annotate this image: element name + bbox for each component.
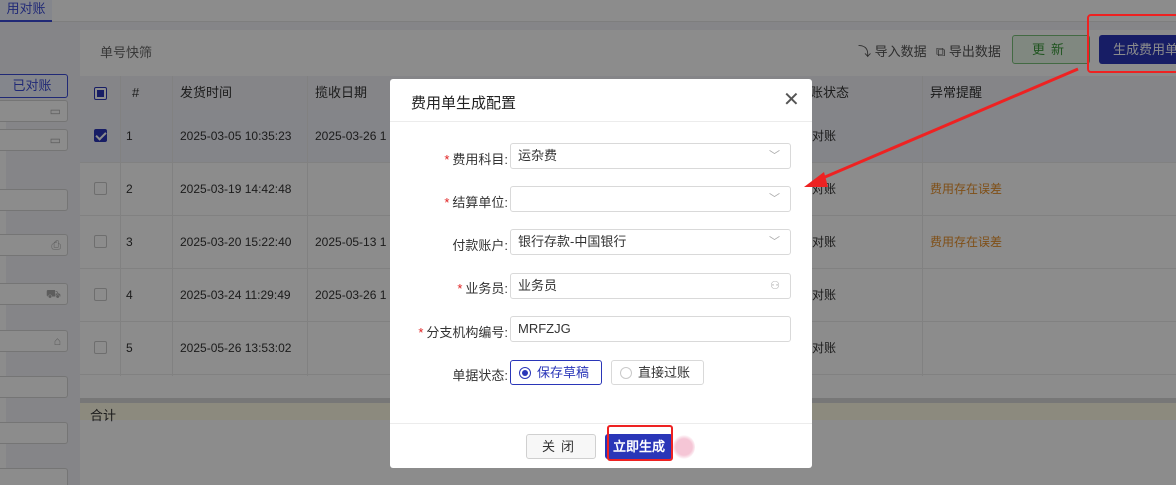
annotation-arrow-icon: [804, 67, 1079, 187]
app-page: 用对账 已对账 ▭ ▭ ⎙ ⛟ ⌂ 单号快筛 ⤵ 导入数据 ⧉ 导出数据 更新 …: [0, 0, 1176, 485]
